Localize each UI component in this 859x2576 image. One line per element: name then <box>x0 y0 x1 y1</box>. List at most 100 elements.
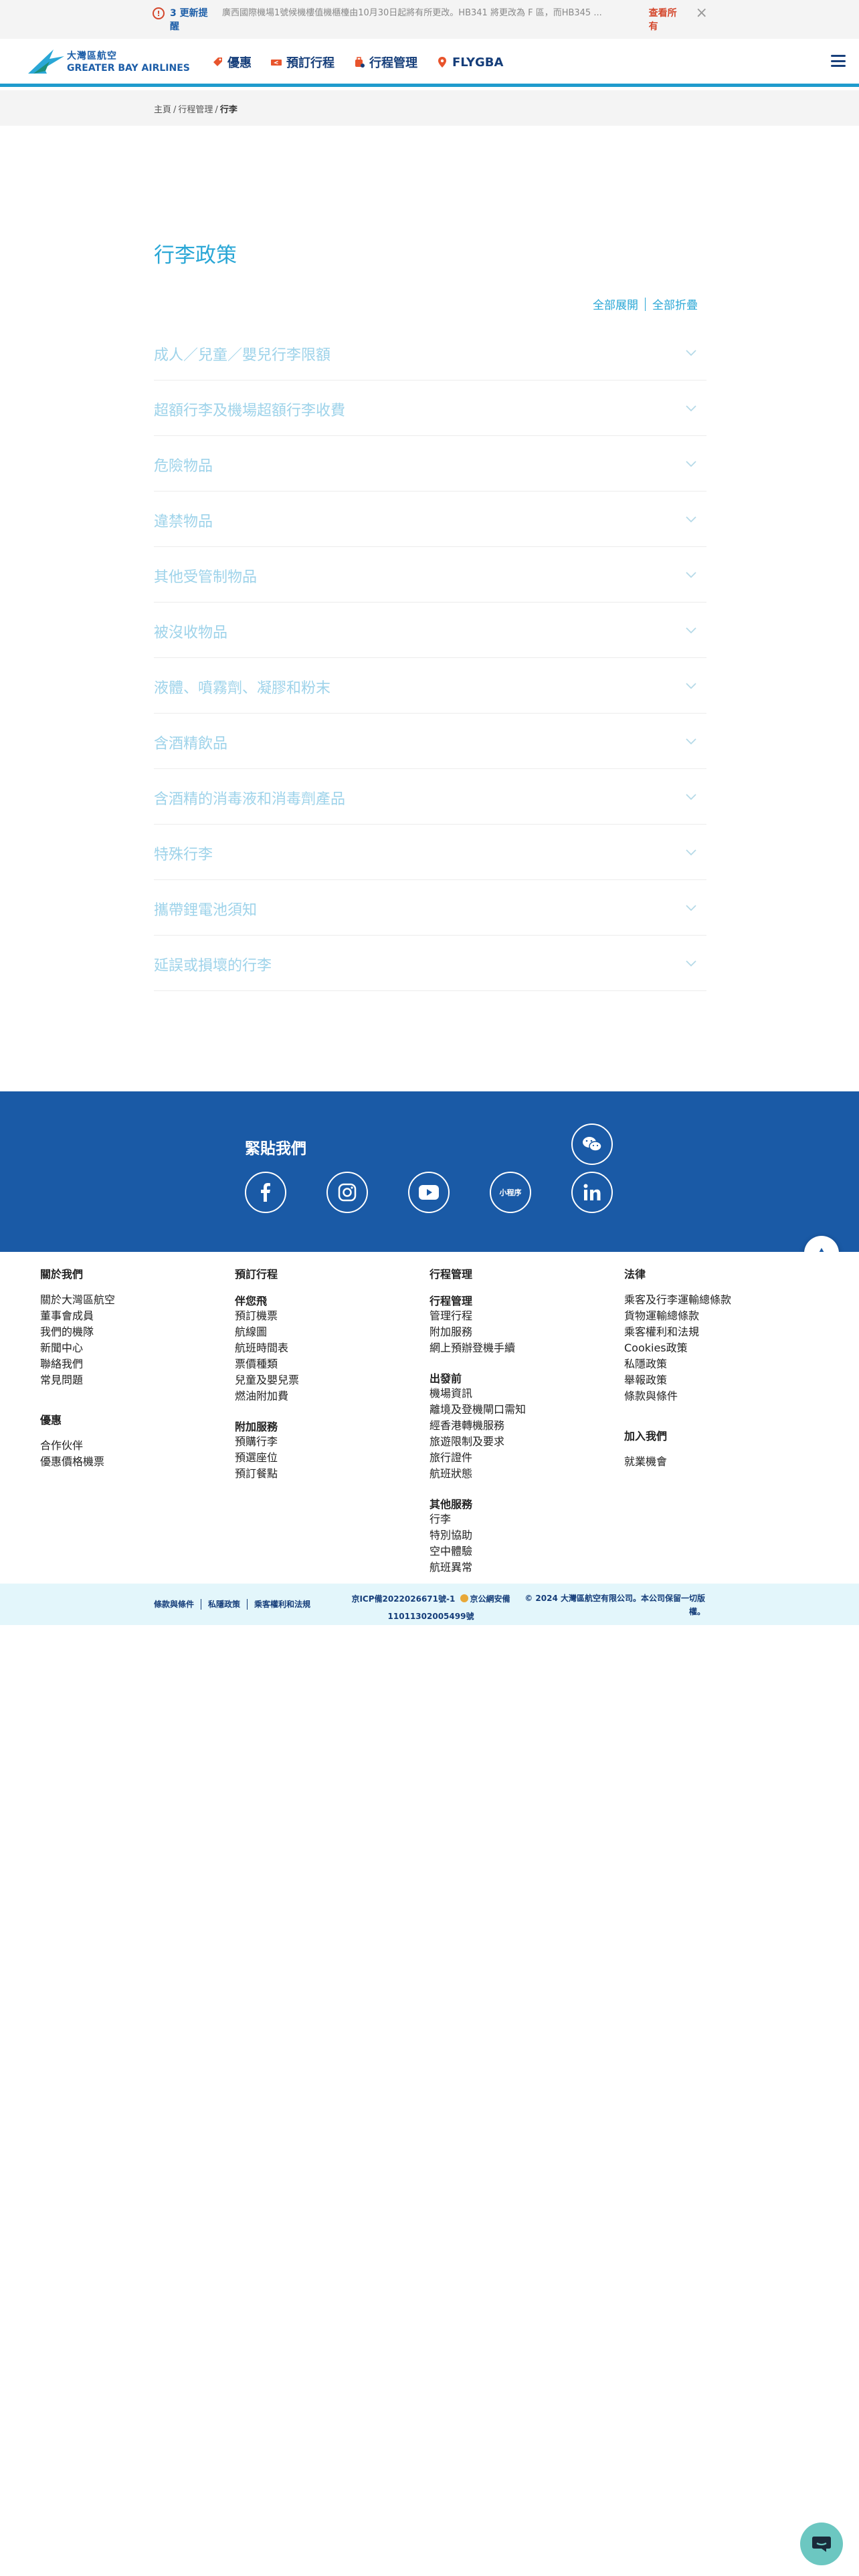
breadcrumb-home[interactable]: 主頁 <box>154 105 171 115</box>
chevron-down-icon <box>686 572 696 578</box>
footer-link[interactable]: 管理行程 <box>430 1308 617 1324</box>
footer-link[interactable]: 行李 <box>430 1511 617 1527</box>
breadcrumb-bar: 主頁 / 行程管理 / 行李 <box>0 90 859 126</box>
chevron-down-icon <box>686 794 696 800</box>
facebook-icon[interactable] <box>245 1172 286 1213</box>
terms-link[interactable]: 條款與條件 <box>154 1598 194 1610</box>
footer-link[interactable]: 合作伙伴 <box>40 1438 227 1454</box>
chevron-down-icon <box>686 516 696 523</box>
footer-link[interactable]: Cookies政策 <box>624 1340 812 1356</box>
accordion-label: 延誤或損壞的行李 <box>154 958 272 974</box>
footer-link[interactable]: 機場資訊 <box>430 1386 617 1402</box>
breadcrumb: 主頁 / 行程管理 / 行李 <box>154 105 237 115</box>
accordion-item[interactable]: 超額行李及機場超額行李收費 <box>154 381 706 436</box>
footer-link[interactable]: 特別協助 <box>430 1527 617 1543</box>
menu-icon[interactable] <box>831 55 846 67</box>
accordion-item[interactable]: 被沒收物品 <box>154 603 706 658</box>
footer-link[interactable]: 優惠價格機票 <box>40 1454 227 1470</box>
nav-manage[interactable]: 行程管理 <box>353 53 417 71</box>
nav-booking[interactable]: 預訂行程 <box>270 53 335 71</box>
chevron-down-icon <box>686 405 696 412</box>
location-pin-icon <box>438 57 446 68</box>
youtube-icon[interactable] <box>408 1172 450 1213</box>
footer-link[interactable]: 燃油附加費 <box>235 1388 422 1404</box>
public-security-label[interactable]: 京公網安備 <box>470 1594 510 1604</box>
view-all-alerts-link[interactable]: 查看所有 <box>649 7 682 33</box>
accordion-item[interactable]: 違禁物品 <box>154 492 706 547</box>
footer-link[interactable]: 航班狀態 <box>430 1466 617 1482</box>
footer-link[interactable]: 乘客及行李運輸總條款 <box>624 1292 812 1308</box>
accordion-item[interactable]: 危險物品 <box>154 436 706 492</box>
accordion-label: 含酒精飲品 <box>154 736 228 752</box>
accordion-label: 危險物品 <box>154 458 213 475</box>
social-band: 緊貼我們 小程序 <box>0 1091 859 1252</box>
breadcrumb-current: 行李 <box>219 105 237 115</box>
public-security-number[interactable]: 11011302005499號 <box>388 1612 474 1621</box>
footer-link[interactable]: 網上預辦登機手續 <box>430 1340 617 1356</box>
chevron-down-icon <box>686 905 696 911</box>
instagram-icon[interactable] <box>326 1172 368 1213</box>
footer-link[interactable]: 空中體驗 <box>430 1543 617 1560</box>
footer-link[interactable]: 常見問題 <box>40 1372 227 1388</box>
footer-link[interactable]: 旅遊限制及要求 <box>430 1434 617 1450</box>
site-header: 大灣區航空 GREATER BAY AIRLINES 優惠 預訂行程 行程管理 … <box>0 39 859 87</box>
footer-link[interactable]: 董事會成員 <box>40 1308 227 1324</box>
footer-link[interactable]: 票價種類 <box>235 1356 422 1372</box>
accordion-label: 超額行李及機場超額行李收費 <box>154 403 346 419</box>
footer-link[interactable]: 預訂機票 <box>235 1308 422 1324</box>
linkedin-icon[interactable] <box>571 1172 613 1213</box>
breadcrumb-manage[interactable]: 行程管理 <box>178 105 213 115</box>
logo[interactable]: 大灣區航空 GREATER BAY AIRLINES <box>27 47 190 78</box>
accordion-label: 違禁物品 <box>154 514 213 530</box>
accordion-item[interactable]: 特殊行李 <box>154 825 706 880</box>
footer-link[interactable]: 條款與條件 <box>624 1388 812 1404</box>
footer-link[interactable]: 預購行李 <box>235 1434 422 1450</box>
accordion-item[interactable]: 含酒精的消毒液和消毒劑產品 <box>154 769 706 825</box>
footer-link[interactable]: 離境及登機閘口需知 <box>430 1402 617 1418</box>
icp-number[interactable]: 京ICP備2022026671號-1 <box>351 1594 455 1604</box>
footer-col-booking: 預訂行程 伴您飛 預訂機票 航線圖 航班時間表 票價種類 兒童及嬰兒票 燃油附加費 附加服… <box>235 1265 422 1482</box>
footer-link[interactable]: 我們的機隊 <box>40 1324 227 1340</box>
footer-link[interactable]: 預訂餐點 <box>235 1466 422 1482</box>
footer-link[interactable]: 乘客權利和法規 <box>624 1324 812 1340</box>
nav-flygba[interactable]: FLYGBA <box>436 53 503 71</box>
accordion-item[interactable]: 含酒精飲品 <box>154 714 706 769</box>
footer-link[interactable]: 經香港轉機服務 <box>430 1418 617 1434</box>
footer-link[interactable]: 附加服務 <box>430 1324 617 1340</box>
accordion-item[interactable]: 成人／兒童／嬰兒行李限額 <box>154 325 706 381</box>
footer-link[interactable]: 關於大灣區航空 <box>40 1292 227 1308</box>
footer-link[interactable]: 就業機會 <box>624 1454 812 1470</box>
accordion-item[interactable]: 攜帶鋰電池須知 <box>154 880 706 936</box>
footer-link[interactable]: 貨物運輸總條款 <box>624 1308 812 1324</box>
privacy-link[interactable]: 私隱政策 <box>208 1598 240 1610</box>
footer-link[interactable]: 新聞中心 <box>40 1340 227 1356</box>
accordion-item[interactable]: 延誤或損壞的行李 <box>154 936 706 991</box>
alert-count[interactable]: 3 更新提醒 <box>170 7 214 33</box>
logo-icon <box>28 49 64 74</box>
accordion-item[interactable]: 其他受管制物品 <box>154 547 706 603</box>
footer-link[interactable]: 兒童及嬰兒票 <box>235 1372 422 1388</box>
footer-link[interactable]: 聯絡我們 <box>40 1356 227 1372</box>
accordion-item[interactable]: 液體、噴霧劑、凝膠和粉末 <box>154 658 706 714</box>
footer-col-about: 關於我們 關於大灣區航空 董事會成員 我們的機隊 新聞中心 聯絡我們 常見問題 優惠 合作… <box>40 1265 227 1470</box>
collapse-all-button[interactable]: 全部折疊 <box>652 296 698 312</box>
luggage-icon <box>355 57 365 68</box>
footer-link[interactable]: 航班時間表 <box>235 1340 422 1356</box>
main-nav: 優惠 預訂行程 行程管理 FLYGBA <box>211 53 522 71</box>
footer-link[interactable]: 航班異常 <box>430 1560 617 1576</box>
mini-program-icon[interactable]: 小程序 <box>490 1172 531 1213</box>
nav-offers[interactable]: 優惠 <box>211 53 252 71</box>
expand-all-button[interactable]: 全部展開 <box>593 296 638 312</box>
footer-link[interactable]: 預選座位 <box>235 1450 422 1466</box>
passenger-rights-link[interactable]: 乘客權利和法規 <box>254 1598 310 1610</box>
footer-link[interactable]: 私隱政策 <box>624 1356 812 1372</box>
chat-button[interactable] <box>800 2523 843 2565</box>
accordion-label: 攜帶鋰電池須知 <box>154 902 258 919</box>
chevron-down-icon <box>686 461 696 467</box>
chevron-down-icon <box>686 683 696 689</box>
close-icon[interactable]: × <box>696 6 708 21</box>
wechat-icon[interactable] <box>571 1123 613 1165</box>
footer-link[interactable]: 航線圖 <box>235 1324 422 1340</box>
footer-link[interactable]: 旅行證件 <box>430 1450 617 1466</box>
footer-link[interactable]: 舉報政策 <box>624 1372 812 1388</box>
